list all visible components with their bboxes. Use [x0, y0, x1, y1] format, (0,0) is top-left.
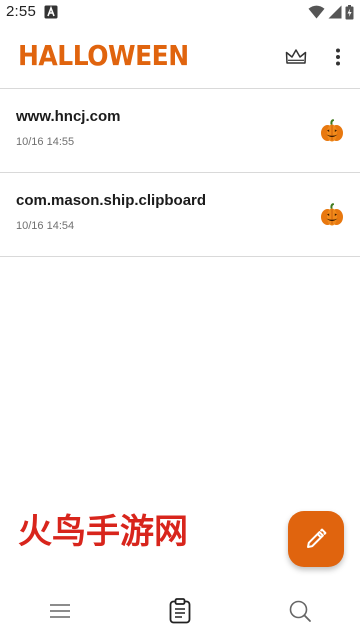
clipboard-item-text: www.hncj.com: [16, 108, 121, 125]
status-bar: 2:55: [0, 0, 360, 24]
more-vert-icon: [336, 48, 340, 66]
search-icon: [289, 600, 311, 622]
clipboard-item-time: 10/16 14:54: [16, 220, 75, 232]
pumpkin-icon[interactable]: [320, 119, 344, 143]
nav-search[interactable]: [240, 583, 360, 639]
pencil-icon: [307, 528, 327, 548]
app-bar: HALLOWEEN: [0, 24, 360, 88]
divider: [0, 256, 360, 257]
pumpkin-icon[interactable]: [320, 203, 344, 227]
more-options-button[interactable]: [326, 44, 350, 70]
edit-fab-button[interactable]: [288, 511, 344, 567]
clipboard-icon: [169, 598, 191, 624]
status-icons: [308, 4, 354, 20]
clipboard-list-item[interactable]: com.mason.ship.clipboard 10/16 14:54: [0, 173, 360, 257]
signal-icon: [328, 5, 342, 19]
status-time: 2:55: [6, 3, 36, 20]
notification-a-icon: [44, 5, 58, 19]
clipboard-item-time: 10/16 14:55: [16, 136, 75, 148]
clipboard-list-item[interactable]: www.hncj.com 10/16 14:55: [0, 89, 360, 173]
nav-menu[interactable]: [0, 583, 120, 639]
nav-clipboard[interactable]: [120, 583, 240, 639]
app-title: HALLOWEEN: [18, 39, 189, 72]
crown-icon: [285, 49, 307, 64]
clipboard-item-text: com.mason.ship.clipboard: [16, 192, 207, 209]
crown-button[interactable]: [284, 45, 308, 69]
menu-icon: [50, 604, 70, 618]
bottom-navigation: [0, 583, 360, 639]
watermark-text: 火鸟手游网: [18, 512, 188, 552]
battery-charging-icon: [345, 4, 354, 19]
wifi-icon: [308, 5, 325, 19]
